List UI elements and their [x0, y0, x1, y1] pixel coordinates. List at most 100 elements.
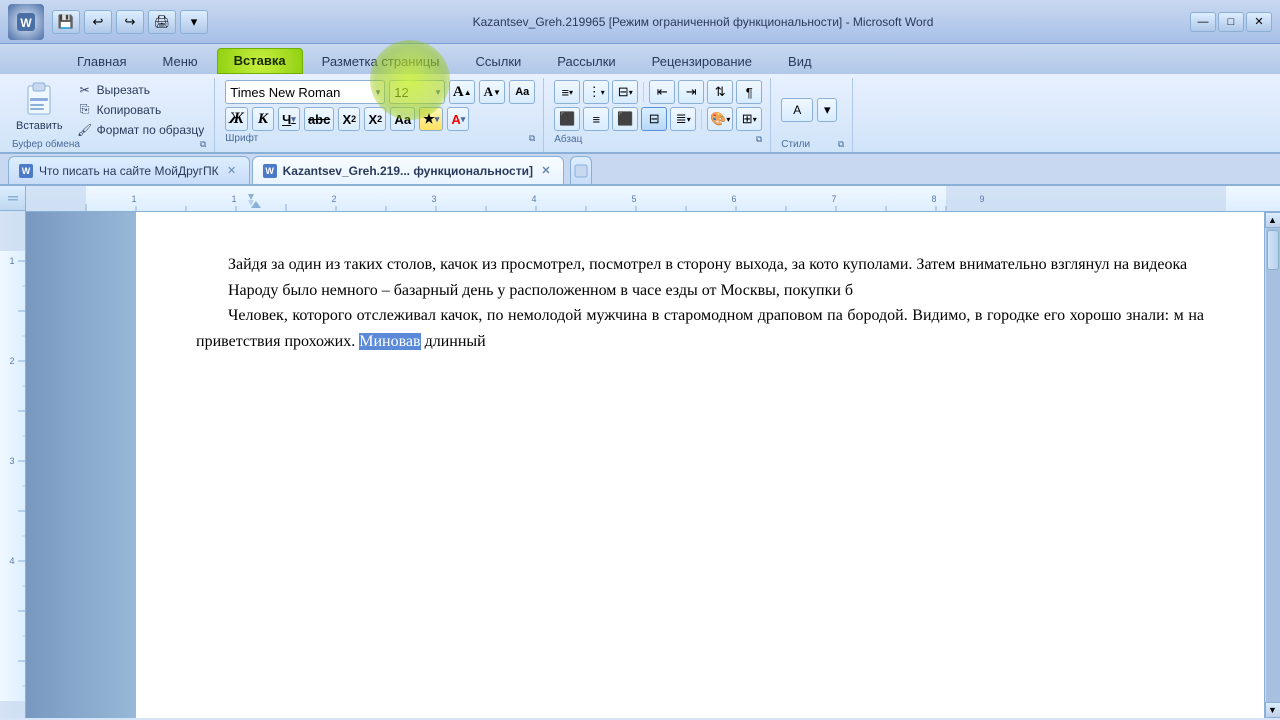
subscript-button[interactable]: X2: [338, 107, 360, 131]
increase-indent-button[interactable]: ⇥: [678, 80, 704, 104]
svg-text:2: 2: [9, 356, 14, 366]
align-center-button[interactable]: ≡: [583, 107, 609, 131]
doc-tab-1-close[interactable]: ✕: [225, 164, 239, 178]
scrollbar-track[interactable]: [1266, 228, 1280, 702]
doc-page-area[interactable]: Зайдя за один из таких столов, качок из …: [136, 212, 1264, 718]
styles-group: A ▾ Стили ⧉: [773, 78, 853, 152]
tab-home[interactable]: Главная: [60, 49, 143, 74]
italic-button[interactable]: К: [252, 107, 274, 131]
tab-menu[interactable]: Меню: [145, 49, 214, 74]
close-button[interactable]: ✕: [1246, 12, 1272, 32]
doc-tab-1-icon: W: [19, 164, 33, 178]
clipboard-expand-icon[interactable]: ⧉: [200, 139, 206, 150]
sort-button[interactable]: ⇅: [707, 80, 733, 104]
highlight-color-button[interactable]: ★ ▾: [419, 107, 443, 131]
scroll-up-button[interactable]: ▲: [1265, 212, 1280, 228]
clear-formatting-button[interactable]: Aa: [509, 80, 535, 104]
tab-mailings[interactable]: Рассылки: [540, 49, 632, 74]
ribbon-bar: Вставить ✂ Вырезать ⎘ Копировать 🖌 Форма…: [0, 74, 1280, 154]
undo-button[interactable]: ↩: [84, 10, 112, 34]
scrollbar-thumb[interactable]: [1267, 230, 1279, 270]
doc-tab-1[interactable]: W Что писать на сайте МойДругПК ✕: [8, 156, 250, 184]
quick-access-dropdown[interactable]: ▾: [180, 10, 208, 34]
align-justify-button[interactable]: ⊟: [641, 107, 667, 131]
font-size-select[interactable]: 12 ▾: [389, 80, 445, 104]
scroll-down-button[interactable]: ▼: [1265, 702, 1280, 718]
font-grow-button[interactable]: A▲: [449, 80, 475, 104]
svg-text:8: 8: [931, 194, 936, 204]
align-right-button[interactable]: ⬛: [612, 107, 638, 131]
font-expand-icon[interactable]: ⧉: [529, 133, 535, 144]
clipboard-items: ✂ Вырезать ⎘ Копировать 🖌 Формат по обра…: [75, 80, 207, 139]
strikethrough-button[interactable]: abc: [304, 107, 334, 131]
doc-tab-2-close[interactable]: ✕: [539, 164, 553, 178]
clipboard-group: Вставить ✂ Вырезать ⎘ Копировать 🖌 Форма…: [4, 78, 215, 152]
svg-text:6: 6: [731, 194, 736, 204]
numbered-list-button[interactable]: ⋮▾: [583, 80, 609, 104]
styles-label: Стили: [781, 139, 810, 150]
document-tabs: W Что писать на сайте МойДругПК ✕ W Kaza…: [0, 154, 1280, 186]
print-button[interactable]: 🖨: [148, 10, 176, 34]
font-label: Шрифт: [225, 133, 258, 144]
align-left-button[interactable]: ⬛: [554, 107, 580, 131]
multilevel-list-button[interactable]: ⊟▾: [612, 80, 638, 104]
show-formatting-button[interactable]: ¶: [736, 80, 762, 104]
app-logo: W: [8, 4, 44, 40]
para-row1: ≡▾ ⋮▾ ⊟▾ ⇤ ⇥ ⇅ ¶: [554, 80, 762, 104]
decrease-indent-button[interactable]: ⇤: [649, 80, 675, 104]
font-shrink-button[interactable]: A▼: [479, 80, 505, 104]
maximize-button[interactable]: □: [1218, 12, 1244, 32]
clipboard-content: Вставить ✂ Вырезать ⎘ Копировать 🖌 Форма…: [12, 80, 206, 139]
borders-button[interactable]: ⊞▾: [736, 107, 762, 131]
line-spacing-button[interactable]: ≣▾: [670, 107, 696, 131]
doc-paragraph-2: Народу было немного – базарный день у ра…: [196, 278, 1204, 304]
shading-button[interactable]: 🎨▾: [707, 107, 733, 131]
ruler-vertical: 1 2 3 4: [0, 211, 26, 718]
ruler-container: 1 2 3 4: [0, 186, 26, 718]
superscript-button[interactable]: X2: [364, 107, 386, 131]
styles-dropdown-button[interactable]: ▾: [817, 98, 837, 122]
cut-button[interactable]: ✂ Вырезать: [75, 81, 207, 99]
ruler-corner[interactable]: [0, 186, 26, 211]
font-size-dropdown-arrow: ▾: [436, 87, 441, 98]
font-name-dropdown-arrow: ▾: [376, 87, 381, 98]
highlighted-word: Миновав: [359, 333, 420, 350]
minimize-button[interactable]: —: [1190, 12, 1216, 32]
main-area: 1 2 3 4: [0, 186, 1280, 718]
style-normal-button[interactable]: A: [781, 98, 813, 122]
format-painter-button[interactable]: 🖌 Формат по образцу: [75, 121, 207, 139]
copy-button[interactable]: ⎘ Копировать: [75, 101, 207, 119]
svg-text:3: 3: [9, 456, 14, 466]
bullet-list-button[interactable]: ≡▾: [554, 80, 580, 104]
paste-button[interactable]: Вставить: [12, 80, 67, 139]
tab-insert[interactable]: Вставка: [217, 48, 303, 74]
tab-references[interactable]: Ссылки: [459, 49, 539, 74]
clipboard-group-bottom: Буфер обмена ⧉: [12, 139, 206, 150]
content-row: Зайдя за один из таких столов, качок из …: [26, 212, 1280, 718]
doc-tab-2[interactable]: W Kazantsev_Greh.219... функциональности…: [252, 156, 564, 184]
underline-button[interactable]: Ч ▾: [278, 107, 300, 131]
svg-text:9: 9: [979, 194, 984, 204]
font-name-select[interactable]: Times New Roman ▾: [225, 80, 385, 104]
paragraph-expand-icon[interactable]: ⧉: [756, 134, 762, 145]
doc-column: 1 1 2 3 4 5 6 7: [26, 186, 1280, 718]
new-tab-button[interactable]: [570, 156, 592, 184]
svg-text:7: 7: [831, 194, 836, 204]
bold-button[interactable]: Ж: [225, 107, 248, 131]
case-button[interactable]: Аа: [390, 107, 415, 131]
doc-tab-1-label: Что писать на сайте МойДругПК: [39, 164, 219, 178]
font-color-button[interactable]: А ▾: [447, 107, 469, 131]
document-page[interactable]: Зайдя за один из таких столов, качок из …: [136, 212, 1264, 718]
tab-view[interactable]: Вид: [771, 49, 829, 74]
vertical-scrollbar: ▲ ▼: [1264, 212, 1280, 718]
save-button[interactable]: 💾: [52, 10, 80, 34]
tab-page-layout[interactable]: Разметка страницы: [305, 49, 457, 74]
svg-text:1: 1: [231, 194, 236, 204]
styles-expand-icon[interactable]: ⧉: [838, 139, 844, 150]
redo-button[interactable]: ↪: [116, 10, 144, 34]
tab-review[interactable]: Рецензирование: [635, 49, 769, 74]
font-group: Times New Roman ▾ 12 ▾ A▲ A▼ Aa Ж К Ч ▾ …: [217, 78, 544, 152]
svg-text:1: 1: [131, 194, 136, 204]
para-divider1: [643, 82, 644, 102]
ruler-horizontal: 1 1 2 3 4 5 6 7: [26, 186, 1280, 212]
